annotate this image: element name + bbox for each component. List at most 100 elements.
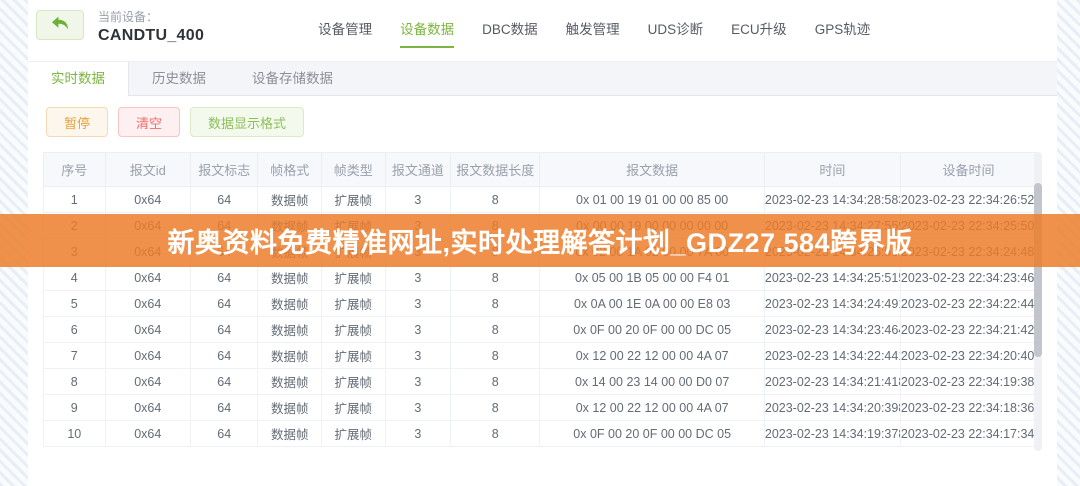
table-cell: 2023-02-23 22:34:26:525: [900, 187, 1036, 213]
current-device-label: 当前设备：: [98, 10, 204, 24]
scrollbar-thumb[interactable]: [1034, 183, 1042, 357]
table-cell: 8: [451, 343, 540, 369]
nav-item-device-data[interactable]: 设备数据: [400, 18, 454, 48]
nav-item-gps-track[interactable]: GPS轨迹: [815, 18, 871, 48]
table-cell: 扩展帧: [322, 187, 386, 213]
table-cell: 6: [44, 317, 106, 343]
table-cell: 扩展帧: [322, 291, 386, 317]
table-cell: 2023-02-23 22:34:23:463: [900, 265, 1036, 291]
table-cell: 0x64: [105, 291, 190, 317]
table-cell: 64: [190, 265, 258, 291]
table-cell: 0x64: [105, 421, 190, 447]
table-cell: 2023-02-23 22:34:20:402: [900, 343, 1036, 369]
table-cell: 2023-02-23 22:34:18:360: [900, 395, 1036, 421]
table-cell: 64: [190, 395, 258, 421]
table-cell: 1: [44, 187, 106, 213]
table-row: 40x6464数据帧扩展帧380x 05 00 1B 05 00 00 F4 0…: [44, 265, 1037, 291]
table-cell: 0x 01 00 19 01 00 00 85 00: [540, 187, 764, 213]
table-cell: 2023-02-23 14:34:28:583: [764, 187, 900, 213]
pause-button[interactable]: 暂停: [46, 107, 108, 137]
table-cell: 64: [190, 291, 258, 317]
table-cell: 64: [190, 421, 258, 447]
table-cell: 8: [451, 291, 540, 317]
table-cell: 2023-02-23 22:34:17:340: [900, 421, 1036, 447]
tab-device-storage-data[interactable]: 设备存储数据: [229, 62, 356, 95]
table-cell: 2023-02-23 22:34:19:381: [900, 369, 1036, 395]
col-seq: 序号: [44, 153, 106, 187]
table-cell: 0x 12 00 22 12 00 00 4A 07: [540, 343, 764, 369]
tab-realtime-data[interactable]: 实时数据: [28, 62, 129, 96]
nav-item-device-manage[interactable]: 设备管理: [318, 18, 372, 48]
toolbar: 暂停 清空 数据显示格式: [28, 96, 1057, 137]
scrollbar-track[interactable]: [1034, 152, 1042, 451]
table-cell: 2023-02-23 14:34:19:378: [764, 421, 900, 447]
table-header: 序号 报文id 报文标志 帧格式 帧类型 报文通道 报文数据长度 报文数据 时间…: [44, 153, 1037, 187]
table-cell: 数据帧: [258, 291, 322, 317]
table-cell: 8: [451, 187, 540, 213]
table-cell: 数据帧: [258, 421, 322, 447]
table-cell: 数据帧: [258, 317, 322, 343]
col-msg-data: 报文数据: [540, 153, 764, 187]
table-row: 90x6464数据帧扩展帧380x 12 00 22 12 00 00 4A 0…: [44, 395, 1037, 421]
table-row: 10x6464数据帧扩展帧380x 01 00 19 01 00 00 85 0…: [44, 187, 1037, 213]
back-button[interactable]: [36, 10, 84, 40]
table-cell: 0x64: [105, 187, 190, 213]
table-cell: 8: [451, 421, 540, 447]
sub-tabbar: 实时数据 历史数据 设备存储数据: [28, 61, 1057, 96]
main-nav: 设备管理 设备数据 DBC数据 触发管理 UDS诊断 ECU升级 GPS轨迹: [304, 10, 884, 48]
table-cell: 3: [385, 187, 451, 213]
table-row: 50x6464数据帧扩展帧380x 0A 00 1E 0A 00 00 E8 0…: [44, 291, 1037, 317]
table-cell: 0x 0F 00 20 0F 00 00 DC 05: [540, 317, 764, 343]
table-cell: 4: [44, 265, 106, 291]
nav-item-uds-diagnosis[interactable]: UDS诊断: [648, 18, 704, 48]
table-cell: 8: [451, 265, 540, 291]
table-cell: 7: [44, 343, 106, 369]
table-cell: 8: [451, 317, 540, 343]
data-display-format-button[interactable]: 数据显示格式: [190, 107, 304, 137]
table-cell: 扩展帧: [322, 343, 386, 369]
tab-history-data[interactable]: 历史数据: [129, 62, 229, 95]
table-cell: 2023-02-23 22:34:21:422: [900, 317, 1036, 343]
table-cell: 0x 0A 00 1E 0A 00 00 E8 03: [540, 291, 764, 317]
table-cell: 64: [190, 317, 258, 343]
table-cell: 3: [385, 265, 451, 291]
col-device-time: 设备时间: [900, 153, 1036, 187]
col-msg-channel: 报文通道: [385, 153, 451, 187]
nav-item-ecu-upgrade[interactable]: ECU升级: [731, 18, 787, 48]
table-cell: 0x64: [105, 395, 190, 421]
table-row: 100x6464数据帧扩展帧380x 0F 00 20 0F 00 00 DC …: [44, 421, 1037, 447]
table-cell: 0x 12 00 22 12 00 00 4A 07: [540, 395, 764, 421]
table-cell: 0x64: [105, 265, 190, 291]
table-cell: 扩展帧: [322, 265, 386, 291]
table-cell: 扩展帧: [322, 317, 386, 343]
nav-item-trigger-manage[interactable]: 触发管理: [566, 18, 620, 48]
table-cell: 0x 05 00 1B 05 00 00 F4 01: [540, 265, 764, 291]
clear-button[interactable]: 清空: [118, 107, 180, 137]
table-cell: 0x64: [105, 369, 190, 395]
table-cell: 9: [44, 395, 106, 421]
table-cell: 2023-02-23 14:34:21:418: [764, 369, 900, 395]
table-cell: 2023-02-23 14:34:23:464: [764, 317, 900, 343]
table-cell: 扩展帧: [322, 395, 386, 421]
table-cell: 64: [190, 343, 258, 369]
table-cell: 64: [190, 187, 258, 213]
table-row: 60x6464数据帧扩展帧380x 0F 00 20 0F 00 00 DC 0…: [44, 317, 1037, 343]
device-name: CANDTU_400: [98, 26, 204, 46]
message-table: 序号 报文id 报文标志 帧格式 帧类型 报文通道 报文数据长度 报文数据 时间…: [43, 152, 1037, 447]
col-frame-format: 帧格式: [258, 153, 322, 187]
table-cell: 2023-02-23 14:34:24:491: [764, 291, 900, 317]
col-frame-type: 帧类型: [322, 153, 386, 187]
table-row: 70x6464数据帧扩展帧380x 12 00 22 12 00 00 4A 0…: [44, 343, 1037, 369]
table-cell: 数据帧: [258, 369, 322, 395]
table-header-row: 序号 报文id 报文标志 帧格式 帧类型 报文通道 报文数据长度 报文数据 时间…: [44, 153, 1037, 187]
nav-item-dbc-data[interactable]: DBC数据: [482, 18, 538, 48]
table-row: 80x6464数据帧扩展帧380x 14 00 23 14 00 00 D0 0…: [44, 369, 1037, 395]
table-cell: 数据帧: [258, 265, 322, 291]
table-cell: 数据帧: [258, 395, 322, 421]
message-table-wrap: 序号 报文id 报文标志 帧格式 帧类型 报文通道 报文数据长度 报文数据 时间…: [43, 152, 1037, 447]
table-cell: 2023-02-23 14:34:20:398: [764, 395, 900, 421]
table-cell: 扩展帧: [322, 369, 386, 395]
table-cell: 0x64: [105, 317, 190, 343]
table-cell: 3: [385, 343, 451, 369]
overlay-ad-banner[interactable]: 新奥资料免费精准网址,实时处理解答计划_GDZ27.584跨界版: [0, 214, 1080, 267]
